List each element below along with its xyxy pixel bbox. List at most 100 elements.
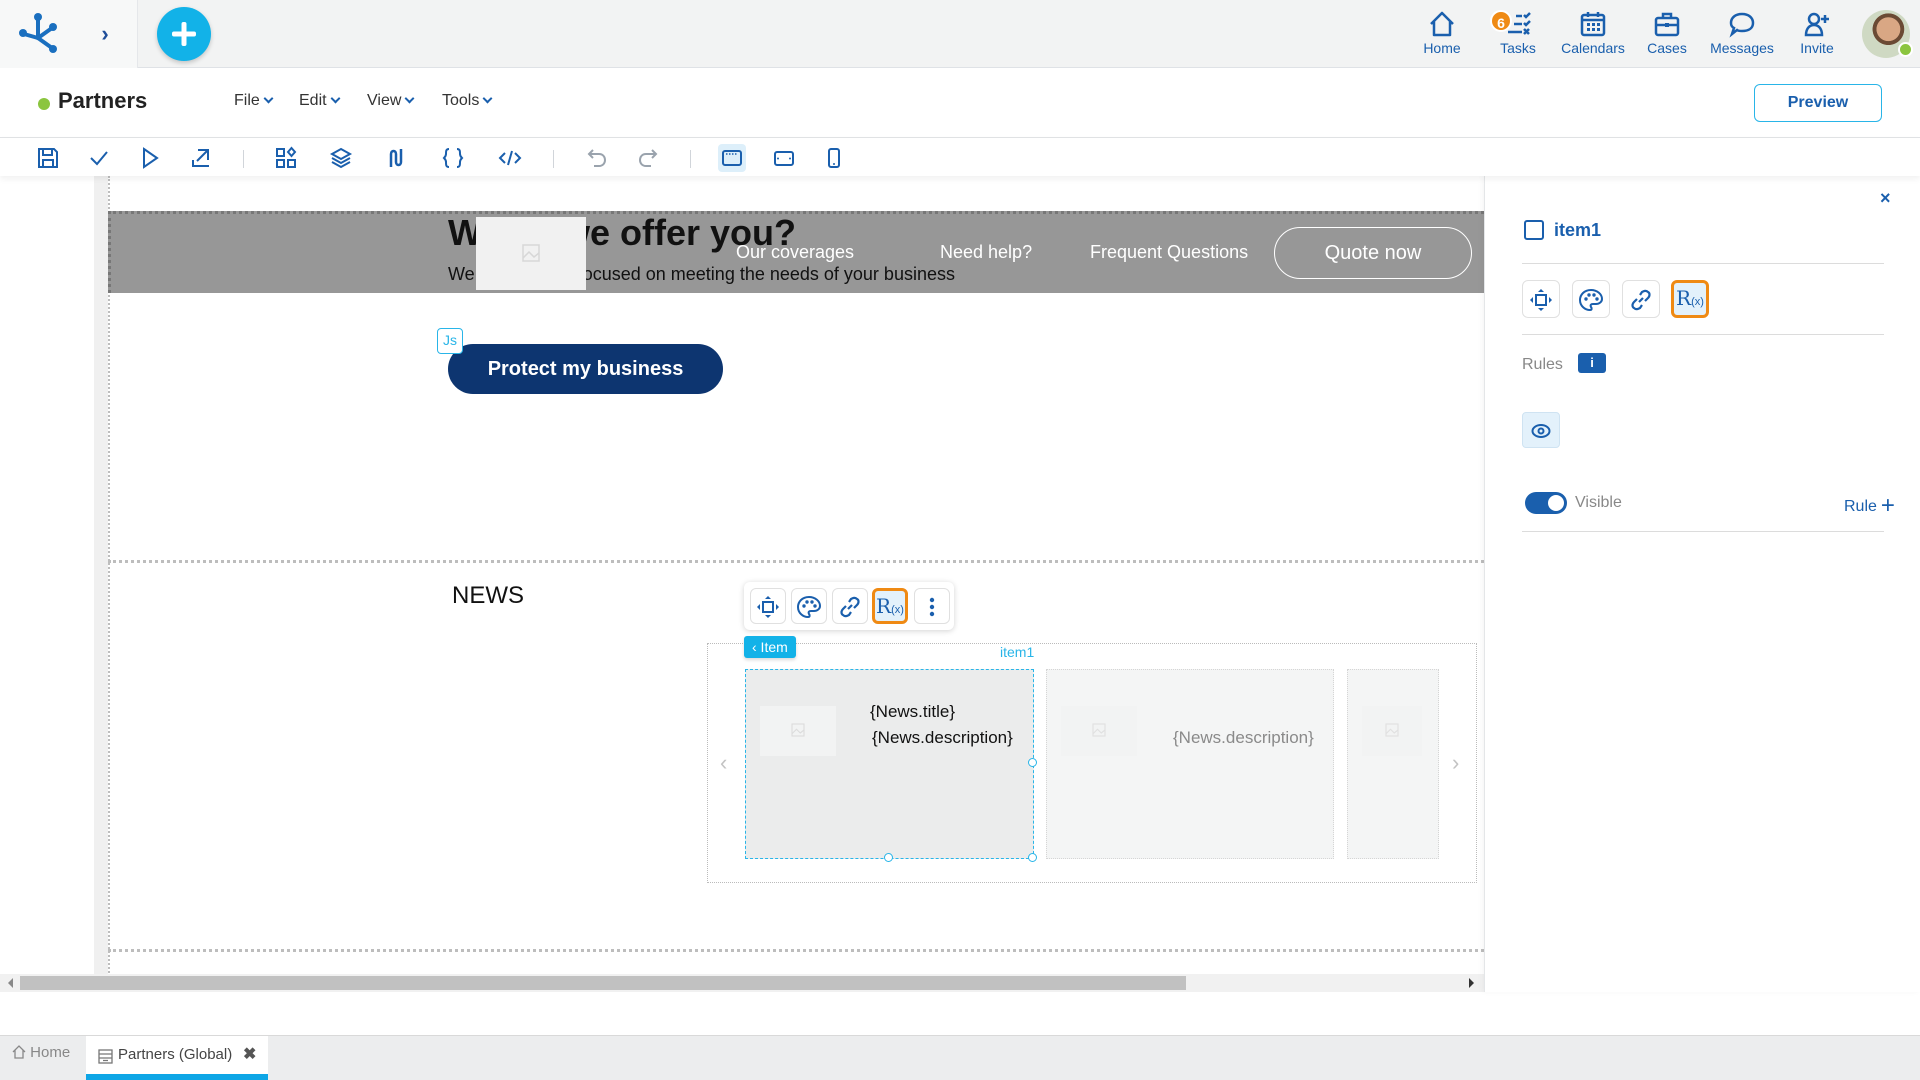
hero-image-placeholder[interactable] xyxy=(476,217,586,290)
tab-partners-global[interactable]: Partners (Global) ✖ xyxy=(86,1036,268,1080)
redo-button[interactable] xyxy=(634,144,662,172)
toolbar-divider xyxy=(553,150,554,168)
eye-icon xyxy=(1531,424,1551,438)
redo-icon xyxy=(638,149,658,167)
hero-nav-coverages[interactable]: Our coverages xyxy=(736,242,854,263)
save-icon xyxy=(38,148,58,168)
scripts-button[interactable] xyxy=(439,144,467,172)
card-description: {News.description} xyxy=(1173,728,1314,747)
visibility-rules-button[interactable] xyxy=(1522,412,1560,448)
save-button[interactable] xyxy=(34,144,62,172)
more-options-button[interactable] xyxy=(914,588,950,624)
hero-nav-help[interactable]: Need help? xyxy=(940,242,1032,263)
panel-move-tab[interactable] xyxy=(1522,280,1560,318)
rules-icon: R(x) xyxy=(876,594,904,618)
hero-nav-faq[interactable]: Frequent Questions xyxy=(1090,242,1248,263)
carousel-card[interactable] xyxy=(1347,669,1439,859)
tablet-view-button[interactable] xyxy=(770,144,798,172)
tab-home[interactable]: Home xyxy=(12,1044,70,1061)
components-button[interactable] xyxy=(272,144,300,172)
panel-divider xyxy=(1522,531,1884,532)
rules-label: Rules xyxy=(1522,356,1563,373)
run-button[interactable] xyxy=(136,144,164,172)
carousel-prev-arrow[interactable]: ‹ xyxy=(720,750,734,775)
nav-home[interactable]: Home xyxy=(1418,10,1466,60)
code-button[interactable] xyxy=(496,144,524,172)
add-user-icon xyxy=(1804,12,1829,37)
nav-invite[interactable]: Invite xyxy=(1796,10,1838,60)
braces-icon xyxy=(442,148,464,168)
desktop-view-button[interactable] xyxy=(718,144,746,172)
resize-handle-right[interactable] xyxy=(1028,758,1037,767)
app-logo-icon[interactable] xyxy=(18,12,62,56)
info-icon[interactable]: i xyxy=(1578,353,1606,373)
quote-now-button[interactable]: Quote now xyxy=(1274,227,1472,279)
nav-cases-label: Cases xyxy=(1647,40,1687,56)
link-button[interactable] xyxy=(832,588,868,624)
scroll-right-arrow[interactable] xyxy=(1469,978,1474,988)
link-icon xyxy=(840,596,860,618)
resize-handle-corner[interactable] xyxy=(1028,853,1037,862)
parent-item-tag[interactable]: ‹ Item xyxy=(744,636,796,658)
toolbar-divider xyxy=(690,150,691,168)
tablet-icon xyxy=(774,151,794,166)
layers-icon xyxy=(329,147,353,169)
plus-icon: + xyxy=(1880,492,1895,519)
menu-tools[interactable]: Tools xyxy=(442,92,493,110)
card-image-placeholder xyxy=(760,706,836,756)
panel-link-tab[interactable] xyxy=(1622,280,1660,318)
nav-calendars[interactable]: Calendars xyxy=(1558,10,1628,60)
menu-file[interactable]: File xyxy=(234,92,274,110)
scroll-left-arrow[interactable] xyxy=(8,978,13,988)
layers-button[interactable] xyxy=(327,144,355,172)
nav-cases[interactable]: Cases xyxy=(1646,10,1688,60)
image-icon xyxy=(1092,723,1106,737)
carousel-card[interactable]: {News.description} xyxy=(1046,669,1334,859)
publish-button[interactable] xyxy=(187,144,215,172)
nav-messages-label: Messages xyxy=(1710,40,1774,56)
add-rule-button[interactable]: Rule + xyxy=(1844,490,1895,519)
panel-style-tab[interactable] xyxy=(1572,280,1610,318)
chevron-down-icon xyxy=(330,93,341,104)
chat-icon xyxy=(1729,12,1755,38)
menu-view-label: View xyxy=(367,92,402,109)
validate-button[interactable] xyxy=(85,144,113,172)
carousel-next-arrow[interactable]: › xyxy=(1452,750,1466,775)
resize-handle-bottom[interactable] xyxy=(884,853,893,862)
visible-toggle[interactable] xyxy=(1525,492,1567,514)
horizontal-scrollbar[interactable] xyxy=(0,974,1484,992)
toolbar-divider xyxy=(243,150,244,168)
menu-file-label: File xyxy=(234,92,260,109)
home-icon xyxy=(1430,11,1454,37)
link-icon xyxy=(1631,289,1651,311)
rules-button[interactable]: R(x) xyxy=(872,588,908,624)
scrollbar-thumb[interactable] xyxy=(20,976,1186,990)
move-button[interactable] xyxy=(750,588,786,624)
close-panel-button[interactable]: × xyxy=(1880,188,1891,209)
protect-business-button[interactable]: Protect my business xyxy=(448,344,723,394)
style-button[interactable] xyxy=(791,588,827,624)
chevron-down-icon xyxy=(482,93,493,104)
expand-sidebar-button[interactable]: › xyxy=(95,22,115,46)
undo-button[interactable] xyxy=(583,144,611,172)
mobile-view-button[interactable] xyxy=(820,144,848,172)
menu-view[interactable]: View xyxy=(367,92,415,110)
add-button[interactable] xyxy=(157,7,211,61)
code-icon xyxy=(498,150,522,166)
menu-edit[interactable]: Edit xyxy=(299,92,341,110)
panel-rules-tab[interactable]: R(x) xyxy=(1671,280,1709,318)
carousel-card-selected[interactable]: {News.title} {News.description} xyxy=(745,669,1034,859)
logo-area: › xyxy=(0,0,138,68)
preview-button[interactable]: Preview xyxy=(1754,84,1882,122)
card-image-placeholder xyxy=(1061,706,1137,756)
nav-messages[interactable]: Messages xyxy=(1708,10,1776,60)
palette-icon xyxy=(796,595,822,619)
js-badge[interactable]: Js xyxy=(437,328,463,354)
element-checkbox-icon xyxy=(1524,220,1544,240)
palette-icon xyxy=(1578,288,1604,312)
image-icon xyxy=(522,244,540,262)
design-canvas[interactable]: W we offer you? We insurance focused on … xyxy=(0,176,1484,992)
briefcase-icon xyxy=(1654,12,1680,37)
data-flow-button[interactable] xyxy=(382,144,410,172)
close-tab-icon[interactable]: ✖ xyxy=(243,1044,256,1064)
